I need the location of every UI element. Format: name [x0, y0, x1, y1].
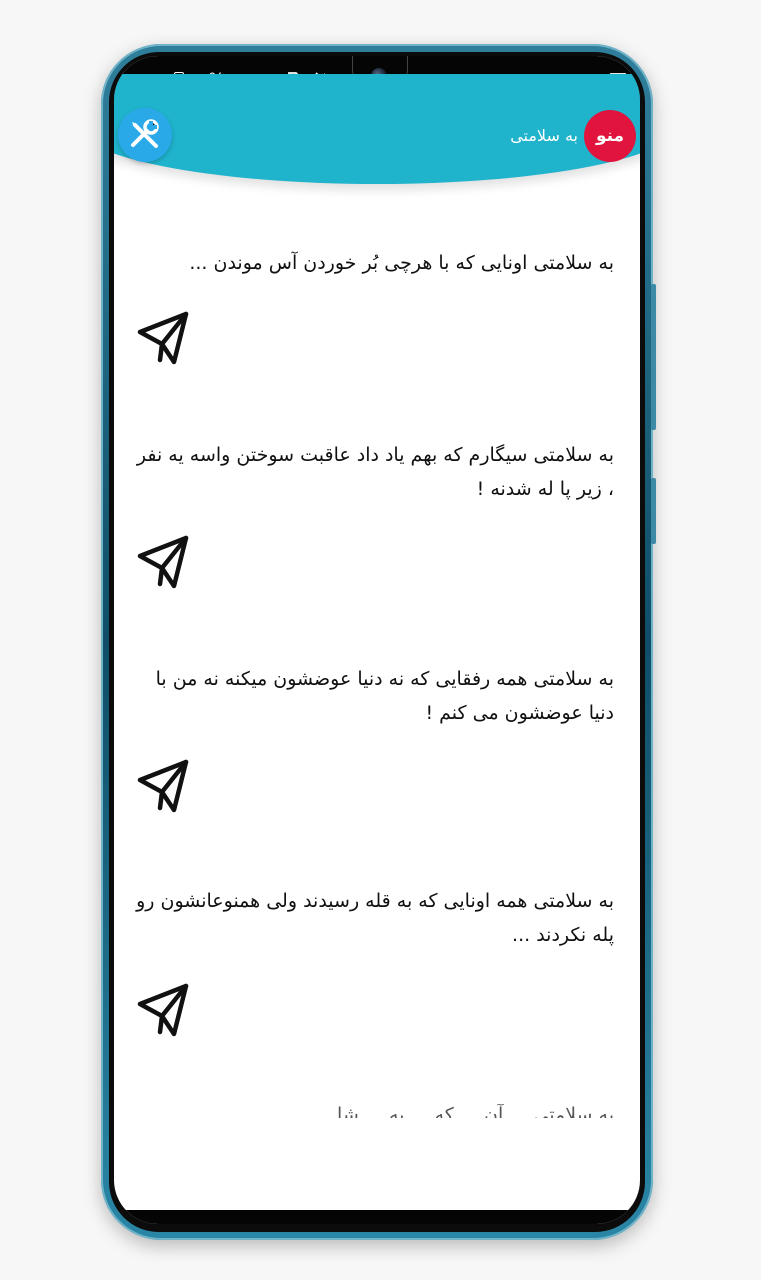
list-item-partial: به سلامتی ... آن ... که ... به ... شا	[337, 1104, 614, 1118]
power-button	[651, 478, 656, 544]
send-icon[interactable]	[134, 756, 192, 814]
tools-icon	[131, 119, 159, 148]
quote-text: به سلامتی همه رفقایی که نه دنیا عوضشون م…	[155, 668, 614, 724]
quote-text: به سلامتی سیگارم که بهم یاد داد عاقبت سو…	[136, 444, 614, 500]
bottom-bezel	[114, 1210, 640, 1224]
list-item: به سلامتی اونایی که با هرچی بُر خوردن آس…	[134, 246, 614, 280]
quotes-list[interactable]: به سلامتی اونایی که با هرچی بُر خوردن آس…	[114, 184, 640, 1224]
send-icon[interactable]	[134, 532, 192, 590]
app-screenshot: ۱۲:۴۶ ۶۶%	[0, 0, 761, 1280]
send-icon[interactable]	[134, 308, 192, 366]
phone-screen: ۱۲:۴۶ ۶۶%	[114, 56, 640, 1224]
tools-button[interactable]	[118, 108, 172, 162]
app-header: به سلامتی منو	[114, 74, 640, 184]
menu-button[interactable]: منو	[584, 110, 636, 162]
list-item: به سلامتی همه رفقایی که نه دنیا عوضشون م…	[134, 662, 614, 730]
quote-text: به سلامتی اونایی که با هرچی بُر خوردن آس…	[189, 252, 614, 274]
page-title: به سلامتی	[510, 126, 578, 145]
list-item: به سلامتی سیگارم که بهم یاد داد عاقبت سو…	[134, 438, 614, 506]
quote-text: به سلامتی همه اونایی که به قله رسیدند ول…	[136, 890, 614, 946]
list-item: به سلامتی همه اونایی که به قله رسیدند ول…	[134, 884, 614, 952]
volume-button	[651, 284, 656, 430]
send-icon[interactable]	[134, 980, 192, 1038]
